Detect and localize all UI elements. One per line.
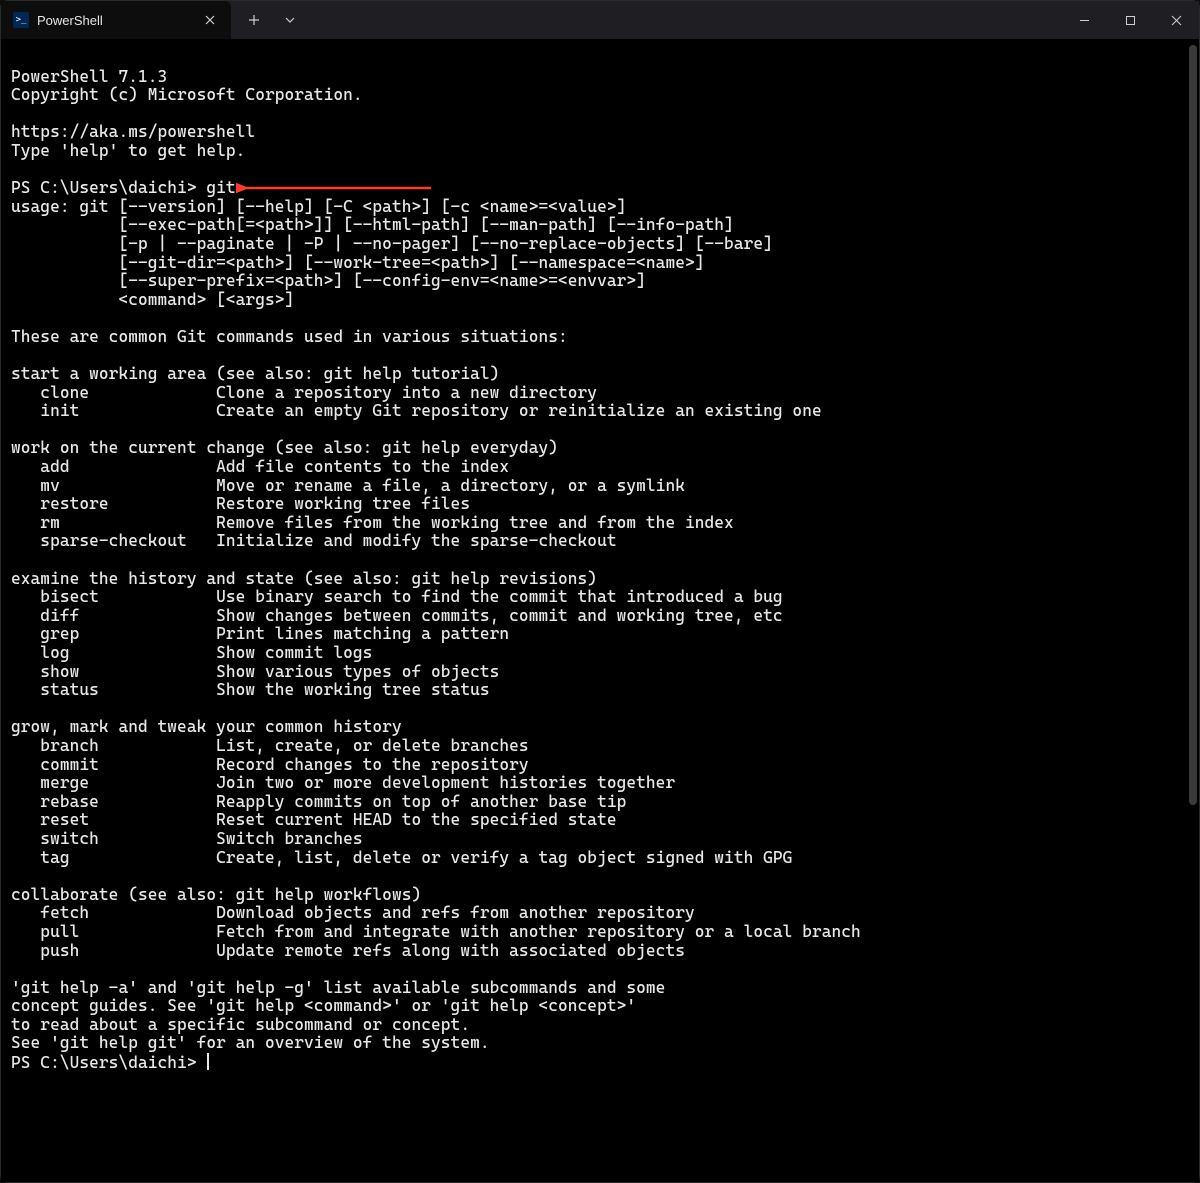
git-help-row: log Show commit logs [11, 643, 372, 662]
section-intro: These are common Git commands used in va… [11, 327, 568, 346]
usage-line: usage: git [--version] [--help] [-C <pat… [11, 197, 626, 216]
usage-line: <command> [<args>] [11, 290, 294, 309]
git-help-row: restore Restore working tree files [11, 494, 470, 513]
git-help-row: rebase Reapply commits on top of another… [11, 792, 626, 811]
git-help-row: clone Clone a repository into a new dire… [11, 383, 597, 402]
git-help-row: grep Print lines matching a pattern [11, 624, 509, 643]
powershell-icon: >_ [13, 12, 29, 28]
minimize-button[interactable] [1061, 1, 1107, 39]
git-help-row: push Update remote refs along with assoc… [11, 941, 685, 960]
git-help-row: tag Create, list, delete or verify a tag… [11, 848, 792, 867]
usage-line: [--git-dir=<path>] [--work-tree=<path>] … [11, 253, 705, 272]
tab-powershell[interactable]: >_ PowerShell [1, 1, 231, 39]
scrollbar[interactable] [1189, 45, 1197, 805]
git-help-row: merge Join two or more development histo… [11, 773, 675, 792]
section-title-grow: grow, mark and tweak your common history [11, 717, 402, 736]
git-help-row: commit Record changes to the repository [11, 755, 529, 774]
prompt-prefix-2: PS C:\Users\daichi> [11, 1053, 206, 1072]
annotation-arrow-icon [236, 179, 436, 197]
section-title-start: start a working area (see also: git help… [11, 364, 499, 383]
git-help-row: rm Remove files from the working tree an… [11, 513, 734, 532]
footer-line: 'git help -a' and 'git help -g' list ava… [11, 978, 665, 997]
tab-actions [231, 1, 307, 39]
footer-line: to read about a specific subcommand or c… [11, 1015, 470, 1034]
git-help-row: fetch Download objects and refs from ano… [11, 903, 695, 922]
ps-help-hint: Type 'help' to get help. [11, 141, 245, 160]
git-help-row: branch List, create, or delete branches [11, 736, 529, 755]
section-title-collab: collaborate (see also: git help workflow… [11, 885, 421, 904]
git-help-row: init Create an empty Git repository or r… [11, 401, 822, 420]
usage-line: [--exec-path[=<path>]] [--html-path] [--… [11, 215, 734, 234]
git-help-row: switch Switch branches [11, 829, 363, 848]
prompt-command-1: git [206, 178, 235, 197]
ps-url: https://aka.ms/powershell [11, 122, 255, 141]
prompt-prefix-1: PS C:\Users\daichi> [11, 178, 206, 197]
tab-dropdown-button[interactable] [273, 5, 307, 35]
git-help-row: reset Reset current HEAD to the specifie… [11, 810, 617, 829]
cursor [207, 1053, 209, 1070]
terminal-area[interactable]: PowerShell 7.1.3 Copyright (c) Microsoft… [1, 39, 1199, 1182]
new-tab-button[interactable] [237, 5, 271, 35]
usage-line: [--super-prefix=<path>] [--config-env=<n… [11, 271, 646, 290]
git-help-row: status Show the working tree status [11, 680, 490, 699]
window-controls [1061, 1, 1199, 39]
title-bar: >_ PowerShell [1, 1, 1199, 39]
footer-line: See 'git help git' for an overview of th… [11, 1033, 490, 1052]
tab-title: PowerShell [37, 13, 191, 28]
tab-close-button[interactable] [199, 9, 221, 31]
ps-copyright: Copyright (c) Microsoft Corporation. [11, 85, 363, 104]
section-title-work: work on the current change (see also: gi… [11, 438, 558, 457]
git-help-row: add Add file contents to the index [11, 457, 509, 476]
section-title-examine: examine the history and state (see also:… [11, 569, 597, 588]
footer-line: concept guides. See 'git help <command>'… [11, 996, 636, 1015]
git-help-row: sparse-checkout Initialize and modify th… [11, 531, 617, 550]
git-help-row: pull Fetch from and integrate with anoth… [11, 922, 861, 941]
usage-line: [-p | --paginate | -P | --no-pager] [--n… [11, 234, 773, 253]
git-help-row: show Show various types of objects [11, 662, 499, 681]
git-help-row: bisect Use binary search to find the com… [11, 587, 783, 606]
ps-version: PowerShell 7.1.3 [11, 67, 167, 86]
close-button[interactable] [1153, 1, 1199, 39]
maximize-button[interactable] [1107, 1, 1153, 39]
terminal-output: PowerShell 7.1.3 Copyright (c) Microsoft… [11, 49, 1189, 1073]
git-help-row: mv Move or rename a file, a directory, o… [11, 476, 685, 495]
git-help-row: diff Show changes between commits, commi… [11, 606, 783, 625]
